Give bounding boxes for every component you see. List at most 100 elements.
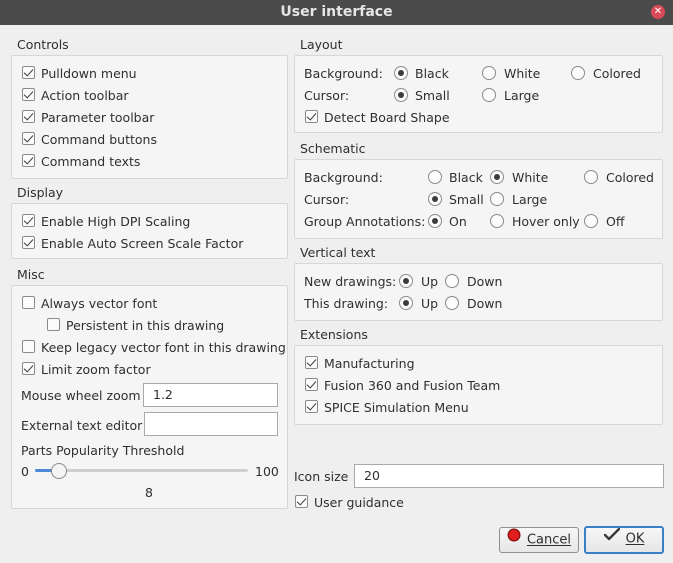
layout-bg-black-radio[interactable] bbox=[394, 66, 408, 80]
high-dpi-checkbox[interactable] bbox=[22, 214, 35, 227]
extensions-group-title: Extensions bbox=[300, 327, 368, 342]
vertical-text-group bbox=[294, 263, 663, 321]
user-guidance-checkbox[interactable] bbox=[295, 495, 308, 508]
icon-size-label: Icon size bbox=[294, 469, 349, 484]
schematic-background-label: Background: bbox=[304, 170, 383, 185]
action-toolbar-label: Action toolbar bbox=[41, 88, 129, 103]
ok-button[interactable]: OK bbox=[584, 526, 664, 554]
persistent-checkbox[interactable] bbox=[47, 318, 60, 331]
icon-size-input[interactable]: 20 bbox=[354, 464, 664, 488]
schematic-cursor-large-label: Large bbox=[512, 192, 548, 207]
spice-menu-label: SPICE Simulation Menu bbox=[324, 400, 469, 415]
limit-zoom-checkbox[interactable] bbox=[22, 362, 35, 375]
layout-bg-black-label: Black bbox=[415, 66, 449, 81]
new-drawings-up-radio[interactable] bbox=[399, 274, 413, 288]
popularity-slider-track[interactable] bbox=[35, 469, 248, 472]
schematic-bg-white-radio[interactable] bbox=[490, 170, 504, 184]
command-buttons-label: Command buttons bbox=[41, 132, 157, 147]
external-text-editor-input[interactable] bbox=[144, 412, 278, 436]
user-guidance-label: User guidance bbox=[314, 495, 404, 510]
vertical-text-group-title: Vertical text bbox=[300, 245, 376, 260]
new-drawings-up-label: Up bbox=[421, 274, 439, 289]
schematic-cursor-large-radio[interactable] bbox=[490, 192, 504, 206]
misc-group-title: Misc bbox=[17, 267, 45, 282]
close-icon[interactable]: ✕ bbox=[651, 5, 665, 19]
group-annotations-off-label: Off bbox=[606, 214, 625, 229]
cancel-button[interactable]: Cancel bbox=[499, 527, 579, 553]
window-title: User interface bbox=[280, 4, 393, 20]
layout-bg-white-label: White bbox=[504, 66, 541, 81]
command-texts-checkbox[interactable] bbox=[22, 154, 35, 167]
fusion-checkbox[interactable] bbox=[305, 378, 318, 391]
schematic-bg-black-label: Black bbox=[449, 170, 483, 185]
spice-menu-checkbox[interactable] bbox=[305, 400, 318, 413]
always-vector-font-label: Always vector font bbox=[41, 296, 158, 311]
this-drawing-down-radio[interactable] bbox=[445, 296, 459, 310]
controls-group-title: Controls bbox=[17, 37, 69, 52]
parts-popularity-label: Parts Popularity Threshold bbox=[21, 443, 185, 458]
high-dpi-label: Enable High DPI Scaling bbox=[41, 214, 191, 229]
external-text-editor-label: External text editor bbox=[21, 418, 143, 433]
pulldown-menu-label: Pulldown menu bbox=[41, 66, 137, 81]
layout-bg-colored-radio[interactable] bbox=[571, 66, 585, 80]
popularity-slider-handle[interactable] bbox=[50, 463, 67, 479]
schematic-bg-white-label: White bbox=[512, 170, 549, 185]
new-drawings-label: New drawings: bbox=[304, 274, 397, 289]
parameter-toolbar-checkbox[interactable] bbox=[22, 110, 35, 123]
command-buttons-checkbox[interactable] bbox=[22, 132, 35, 145]
detect-board-shape-checkbox[interactable] bbox=[305, 110, 318, 123]
group-annotations-hover-label: Hover only bbox=[512, 214, 580, 229]
layout-background-label: Background: bbox=[304, 66, 383, 81]
new-drawings-down-radio[interactable] bbox=[445, 274, 459, 288]
title-bar: User interface ✕ bbox=[0, 0, 673, 25]
layout-bg-white-radio[interactable] bbox=[482, 66, 496, 80]
persistent-label: Persistent in this drawing bbox=[66, 318, 225, 333]
auto-scale-checkbox[interactable] bbox=[22, 236, 35, 249]
always-vector-font-checkbox[interactable] bbox=[22, 296, 35, 309]
this-drawing-up-label: Up bbox=[421, 296, 439, 311]
layout-cursor-label: Cursor: bbox=[304, 88, 350, 103]
schematic-cursor-small-label: Small bbox=[449, 192, 484, 207]
keep-legacy-font-label: Keep legacy vector font in this drawing bbox=[41, 340, 286, 355]
manufacturing-checkbox[interactable] bbox=[305, 356, 318, 369]
display-group-title: Display bbox=[17, 185, 64, 200]
layout-group-title: Layout bbox=[300, 37, 343, 52]
slider-max-label: 100 bbox=[255, 464, 279, 479]
schematic-cursor-label: Cursor: bbox=[304, 192, 350, 207]
this-drawing-label: This drawing: bbox=[304, 296, 389, 311]
this-drawing-down-label: Down bbox=[467, 296, 503, 311]
keep-legacy-font-checkbox[interactable] bbox=[22, 340, 35, 353]
detect-board-shape-label: Detect Board Shape bbox=[324, 110, 450, 125]
mouse-wheel-zoom-label: Mouse wheel zoom bbox=[21, 388, 141, 403]
parameter-toolbar-label: Parameter toolbar bbox=[41, 110, 155, 125]
new-drawings-down-label: Down bbox=[467, 274, 503, 289]
auto-scale-label: Enable Auto Screen Scale Factor bbox=[41, 236, 244, 251]
this-drawing-up-radio[interactable] bbox=[399, 296, 413, 310]
manufacturing-label: Manufacturing bbox=[324, 356, 415, 371]
layout-cursor-small-radio[interactable] bbox=[394, 88, 408, 102]
stop-circle-icon bbox=[507, 527, 521, 551]
group-annotations-on-radio[interactable] bbox=[428, 214, 442, 228]
slider-min-label: 0 bbox=[21, 464, 29, 479]
command-texts-label: Command texts bbox=[41, 154, 141, 169]
fusion-label: Fusion 360 and Fusion Team bbox=[324, 378, 501, 393]
layout-cursor-large-label: Large bbox=[504, 88, 540, 103]
pulldown-menu-checkbox[interactable] bbox=[22, 66, 35, 79]
layout-bg-colored-label: Colored bbox=[593, 66, 641, 81]
schematic-cursor-small-radio[interactable] bbox=[428, 192, 442, 206]
schematic-bg-colored-label: Colored bbox=[606, 170, 654, 185]
action-toolbar-checkbox[interactable] bbox=[22, 88, 35, 101]
ok-button-label: OK bbox=[625, 531, 645, 547]
layout-cursor-large-radio[interactable] bbox=[482, 88, 496, 102]
mouse-wheel-zoom-input[interactable]: 1.2 bbox=[143, 383, 278, 407]
schematic-group-title: Schematic bbox=[300, 141, 366, 156]
group-annotations-hover-radio[interactable] bbox=[490, 214, 504, 228]
group-annotations-label: Group Annotations: bbox=[304, 214, 426, 229]
checkmark-icon bbox=[603, 527, 620, 549]
schematic-bg-colored-radio[interactable] bbox=[584, 170, 598, 184]
group-annotations-on-label: On bbox=[449, 214, 467, 229]
group-annotations-off-radio[interactable] bbox=[584, 214, 598, 228]
schematic-bg-black-radio[interactable] bbox=[428, 170, 442, 184]
cancel-button-label: Cancel bbox=[526, 532, 572, 548]
limit-zoom-label: Limit zoom factor bbox=[41, 362, 151, 377]
